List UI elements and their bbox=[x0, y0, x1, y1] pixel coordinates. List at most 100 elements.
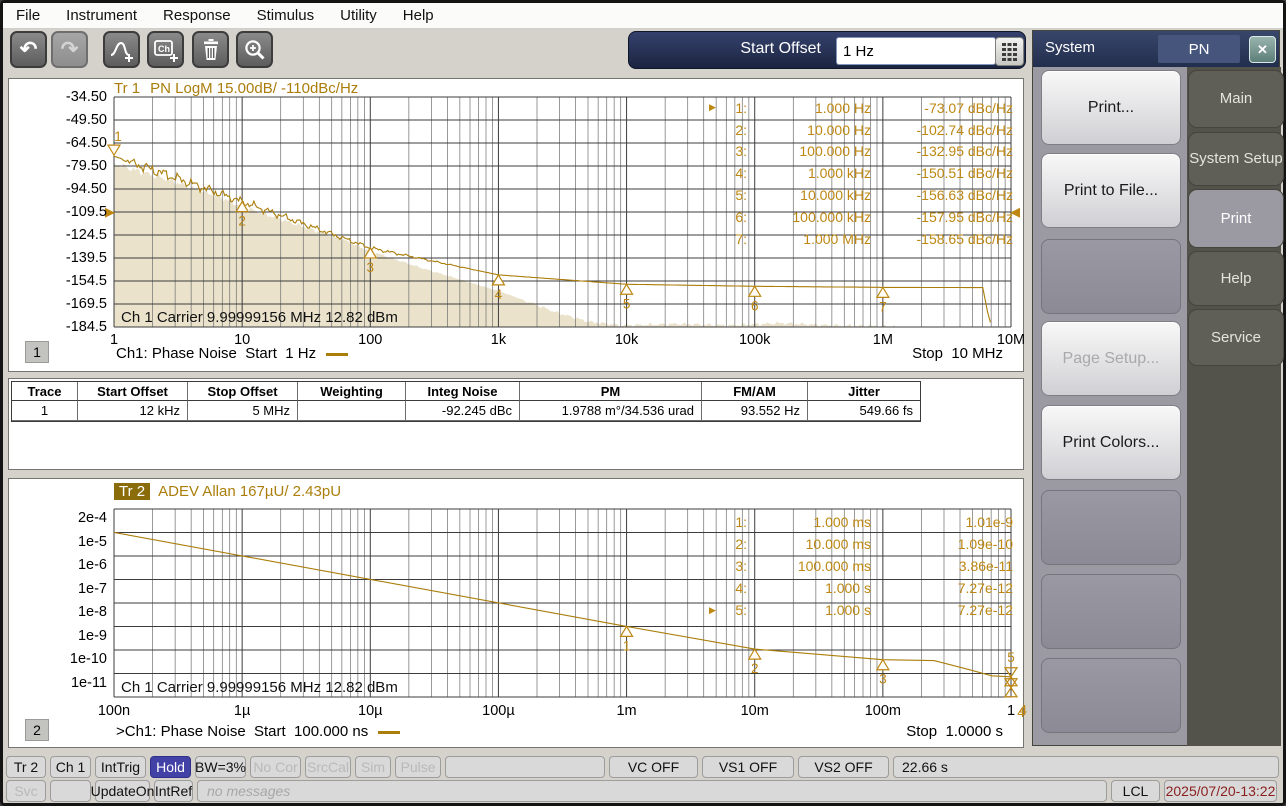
add-channel-icon: Ch bbox=[152, 36, 179, 63]
cell-integ-noise: -92.245 dBc bbox=[406, 401, 520, 421]
marker-number: 2 bbox=[751, 661, 759, 676]
marker-readout: 1:1.000 ms1.01e-92:10.000 ms1.09e-103:10… bbox=[709, 511, 1013, 621]
marker-readout-row: 4:1.000 kHz-150.51 dBc/Hz bbox=[709, 162, 1013, 184]
marker-readout-value: -102.74 dBc/Hz bbox=[871, 122, 1013, 138]
y-tick-label: 1e-11 bbox=[19, 675, 107, 691]
menu-bar: FileInstrumentResponseStimulusUtilityHel… bbox=[3, 3, 1283, 29]
status-blank-1[interactable] bbox=[50, 780, 91, 802]
menu-file[interactable]: File bbox=[3, 7, 53, 24]
add-channel-button[interactable]: Ch bbox=[147, 31, 184, 68]
channel-badge: 2 bbox=[25, 719, 49, 741]
side-button-print-colors[interactable]: Print Colors... bbox=[1041, 405, 1181, 480]
status-vc-off[interactable]: VC OFF bbox=[609, 756, 698, 778]
status-intref[interactable]: IntRef bbox=[154, 780, 193, 802]
marker-readout-number: 3: bbox=[723, 558, 747, 574]
trash-icon bbox=[199, 37, 223, 63]
marker-readout-number: 4: bbox=[723, 580, 747, 596]
marker-number: 5 bbox=[1007, 650, 1015, 665]
marker-number: 3 bbox=[367, 260, 375, 275]
tab-system-setup[interactable]: System Setup bbox=[1188, 132, 1284, 186]
side-button-blank-6 bbox=[1041, 574, 1181, 649]
marker-5[interactable]: 5 bbox=[621, 284, 633, 311]
marker-readout-number: 2: bbox=[723, 536, 747, 552]
undo-button[interactable]: ↶ bbox=[10, 31, 47, 68]
y-tick-label: 1e-6 bbox=[19, 557, 107, 573]
tab-help[interactable]: Help bbox=[1188, 251, 1284, 306]
marker-readout-value: -132.95 dBc/Hz bbox=[871, 143, 1013, 159]
marker-readout-row: 2:10.000 Hz-102.74 dBc/Hz bbox=[709, 119, 1013, 141]
trace-label[interactable]: Tr 1 bbox=[114, 80, 140, 97]
active-marker-arrow: ▶ bbox=[709, 102, 723, 113]
marker-readout-x: 1.000 s bbox=[747, 580, 871, 596]
status-lcl[interactable]: LCL bbox=[1111, 780, 1160, 802]
x-tick-label: 1k bbox=[456, 332, 540, 348]
integration-results-panel: TraceStart OffsetStop OffsetWeightingInt… bbox=[8, 378, 1024, 470]
marker-readout-value: -156.63 dBc/Hz bbox=[871, 187, 1013, 203]
status-hold[interactable]: Hold bbox=[150, 756, 191, 778]
marker-readout-number: 5: bbox=[723, 602, 747, 618]
marker-readout-x: 1.000 kHz bbox=[747, 165, 871, 181]
y-tick-label: -94.50 bbox=[19, 181, 107, 197]
marker-7[interactable]: 7 bbox=[877, 287, 889, 314]
marker-number: 7 bbox=[879, 299, 887, 314]
undo-icon: ↶ bbox=[20, 37, 38, 62]
keypad-button[interactable] bbox=[995, 37, 1024, 66]
table-header-row: TraceStart OffsetStop OffsetWeightingInt… bbox=[12, 382, 920, 401]
x-tick-label: 1µ bbox=[200, 703, 284, 719]
menu-help[interactable]: Help bbox=[390, 7, 447, 24]
marker-1[interactable]: 1 bbox=[621, 626, 633, 653]
tab-print[interactable]: Print bbox=[1188, 189, 1284, 248]
status-tr-2[interactable]: Tr 2 bbox=[6, 756, 46, 778]
side-button-blank-2 bbox=[1041, 239, 1181, 314]
marker-2[interactable]: 2 bbox=[749, 649, 761, 676]
x-tick-label: 1m bbox=[585, 703, 669, 719]
menu-response[interactable]: Response bbox=[150, 7, 244, 24]
trace-format-label: PN LogM 15.00dB/ -110dBc/Hz bbox=[150, 80, 358, 97]
status-blank-9[interactable] bbox=[445, 756, 605, 778]
add-trace-icon bbox=[108, 36, 135, 63]
delete-trace-button[interactable] bbox=[192, 31, 229, 68]
y-tick-label: -79.50 bbox=[19, 158, 107, 174]
status-bw-3[interactable]: BW=3% bbox=[195, 756, 246, 778]
menu-stimulus[interactable]: Stimulus bbox=[244, 7, 328, 24]
close-panel-button[interactable]: ✕ bbox=[1249, 36, 1276, 63]
column-header-trace: Trace bbox=[12, 382, 78, 401]
status-ch-1[interactable]: Ch 1 bbox=[50, 756, 91, 778]
marker-readout-number: 4: bbox=[723, 165, 747, 181]
marker-readout-x: 1.000 MHz bbox=[747, 231, 871, 247]
x-tick-label: 100n bbox=[72, 703, 156, 719]
marker-readout-row: 7:1.000 MHz-158.65 dBc/Hz bbox=[709, 228, 1013, 250]
y-tick-label: 1e-5 bbox=[19, 534, 107, 550]
y-tick-label: 1e-9 bbox=[19, 628, 107, 644]
status-no-messages: no messages bbox=[197, 780, 1107, 802]
status-inttrig[interactable]: IntTrig bbox=[95, 756, 146, 778]
marker-readout-number: 7: bbox=[723, 231, 747, 247]
marker-readout-value: -157.95 dBc/Hz bbox=[871, 209, 1013, 225]
status-updateon[interactable]: UpdateOn bbox=[95, 780, 150, 802]
menu-instrument[interactable]: Instrument bbox=[53, 7, 150, 24]
y-tick-label: -64.50 bbox=[19, 135, 107, 151]
status-vs2-off[interactable]: VS2 OFF bbox=[798, 756, 889, 778]
marker-1[interactable]: 1 bbox=[108, 129, 122, 155]
start-offset-input[interactable] bbox=[836, 37, 996, 65]
channel-footer-left: >Ch1: Phase Noise Start 100.000 ns bbox=[116, 723, 400, 740]
marker-readout-row: 3:100.000 Hz-132.95 dBc/Hz bbox=[709, 141, 1013, 163]
tab-main[interactable]: Main bbox=[1188, 70, 1284, 128]
column-header-fm-am: FM/AM bbox=[702, 382, 808, 401]
column-header-stop-offset: Stop Offset bbox=[188, 382, 298, 401]
channel-footer-left: Ch1: Phase Noise Start 1 Hz bbox=[116, 345, 348, 362]
tab-service[interactable]: Service bbox=[1188, 309, 1284, 366]
marker-readout-row: 4:1.000 s7.27e-12 bbox=[709, 577, 1013, 599]
channel-badge: 1 bbox=[25, 341, 49, 363]
add-trace-button[interactable] bbox=[103, 31, 140, 68]
y-tick-label: -109.5 bbox=[19, 204, 107, 220]
trace-label[interactable]: Tr 2 bbox=[114, 483, 150, 500]
chart-title-2: Tr 2ADEV Allan 167µU/ 2.43pU bbox=[114, 483, 341, 500]
side-button-print-to-file[interactable]: Print to File... bbox=[1041, 153, 1181, 228]
status-vs1-off[interactable]: VS1 OFF bbox=[702, 756, 794, 778]
zoom-button[interactable] bbox=[236, 31, 273, 68]
marker-6[interactable]: 6 bbox=[749, 286, 761, 313]
side-button-print[interactable]: Print... bbox=[1041, 70, 1181, 145]
menu-utility[interactable]: Utility bbox=[327, 7, 390, 24]
marker-readout-number: 1: bbox=[723, 514, 747, 530]
